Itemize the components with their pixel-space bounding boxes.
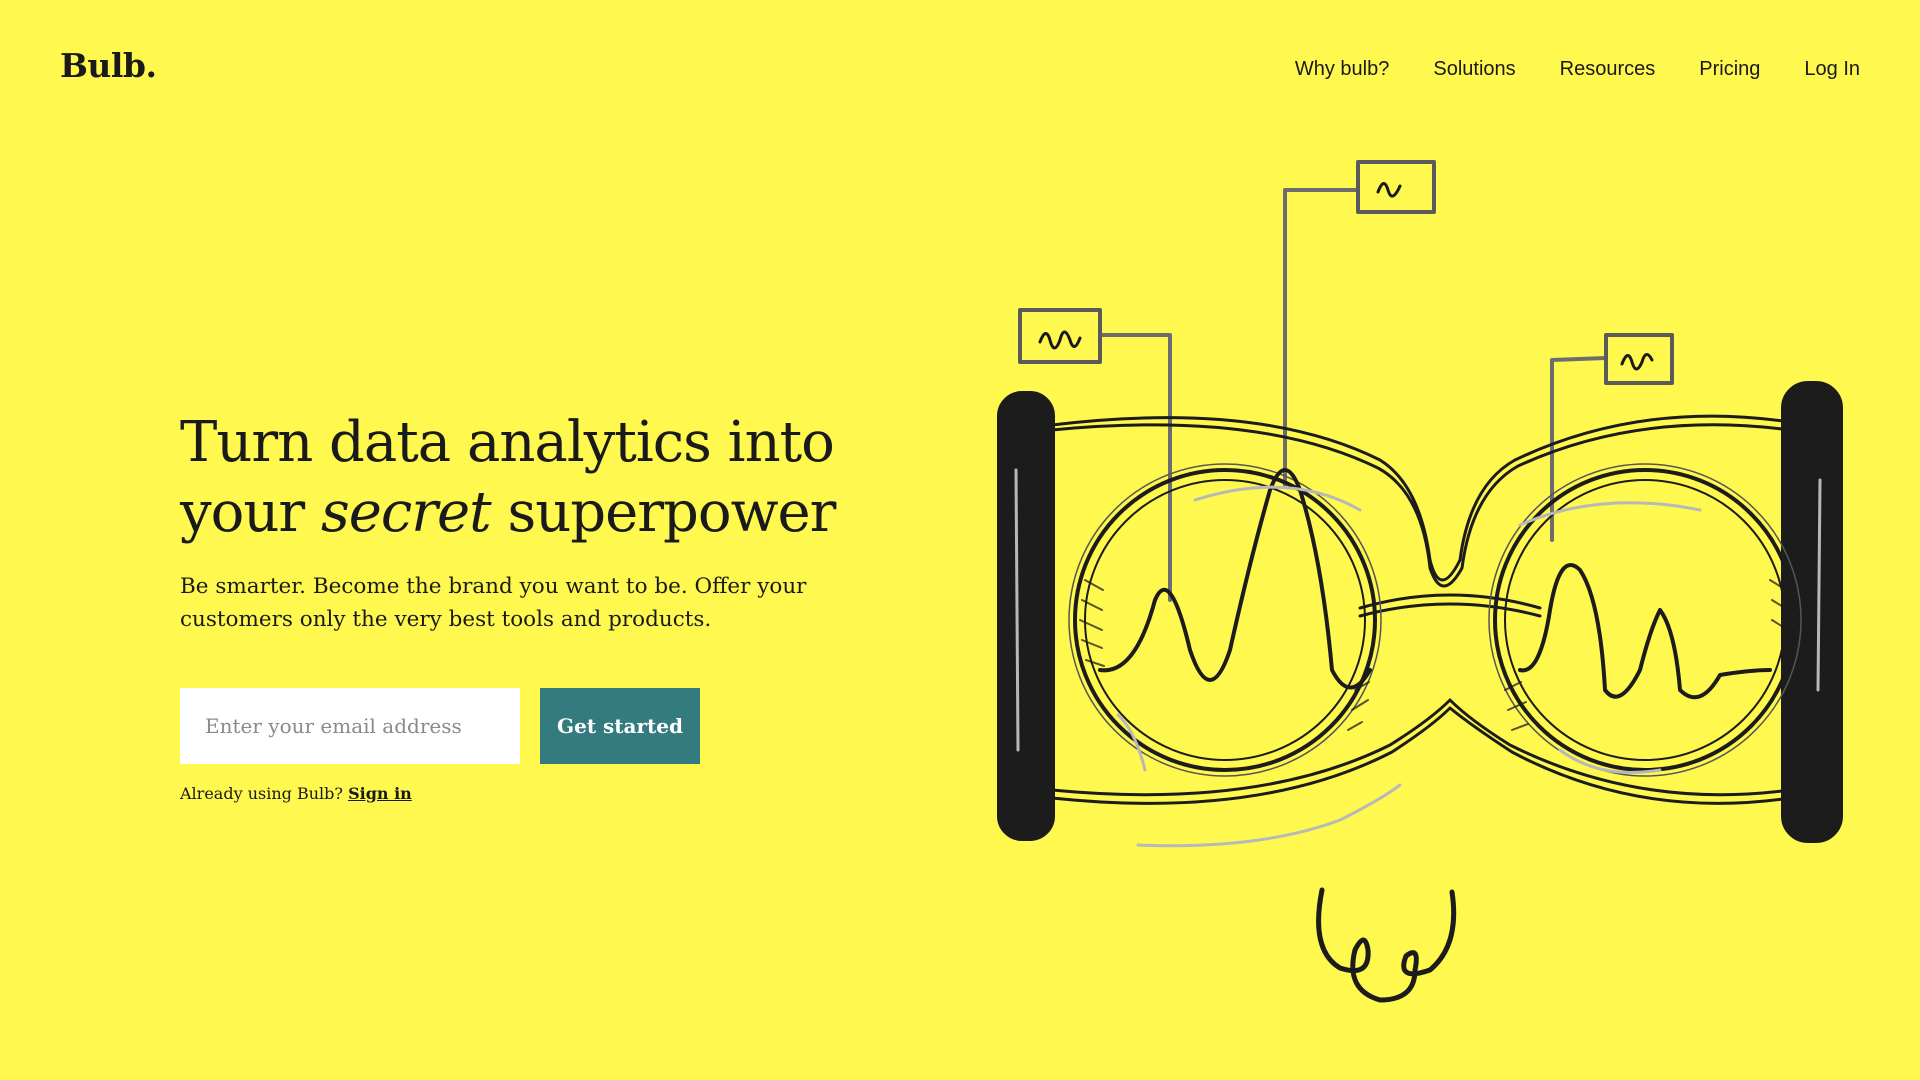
- motion-strokes: [1014, 468, 1822, 848]
- left-lens-wave: [1098, 468, 1372, 690]
- right-lens: [1488, 463, 1802, 777]
- right-lens-wave: [1518, 563, 1772, 700]
- left-temple-bar: [997, 391, 1055, 841]
- glasses-illustration: [997, 160, 1843, 1003]
- nav-solutions[interactable]: Solutions: [1433, 58, 1515, 81]
- brand-logo[interactable]: Bulb.: [60, 46, 157, 85]
- lens-shading: [1079, 579, 1789, 731]
- label-box-right: [1604, 333, 1674, 385]
- hero-section: Turn data analytics into your secret sup…: [180, 408, 880, 803]
- label-box-top: [1356, 160, 1436, 214]
- signup-form: Get started: [180, 688, 880, 764]
- right-temple-bar: [1781, 381, 1843, 843]
- already-label: Already using Bulb?: [180, 784, 343, 803]
- hero-title-superpower: superpower: [507, 480, 836, 545]
- nav-resources[interactable]: Resources: [1560, 58, 1656, 81]
- hero-title-secret: secret: [321, 480, 492, 545]
- hero-title: Turn data analytics into your secret sup…: [180, 408, 880, 548]
- hero-subtitle: Be smarter. Become the brand you want to…: [180, 574, 807, 632]
- main-nav: Why bulb? Solutions Resources Pricing Lo…: [1251, 58, 1860, 81]
- email-input[interactable]: [180, 688, 520, 764]
- left-lens: [1068, 463, 1382, 777]
- sign-in-link[interactable]: Sign in: [348, 784, 412, 803]
- already-using-text: Already using Bulb? Sign in: [180, 784, 880, 803]
- hero-title-your: your: [180, 480, 305, 545]
- hero-title-line1: Turn data analytics into: [180, 410, 835, 475]
- mouth-scribble: [1316, 887, 1457, 1003]
- get-started-button[interactable]: Get started: [540, 688, 700, 764]
- label-box-left: [1018, 308, 1102, 364]
- site-header: Bulb. Why bulb? Solutions Resources Pric…: [0, 0, 1920, 140]
- nav-why-bulb[interactable]: Why bulb?: [1295, 58, 1390, 81]
- nav-log-in[interactable]: Log In: [1804, 58, 1860, 81]
- nav-pricing[interactable]: Pricing: [1699, 58, 1760, 81]
